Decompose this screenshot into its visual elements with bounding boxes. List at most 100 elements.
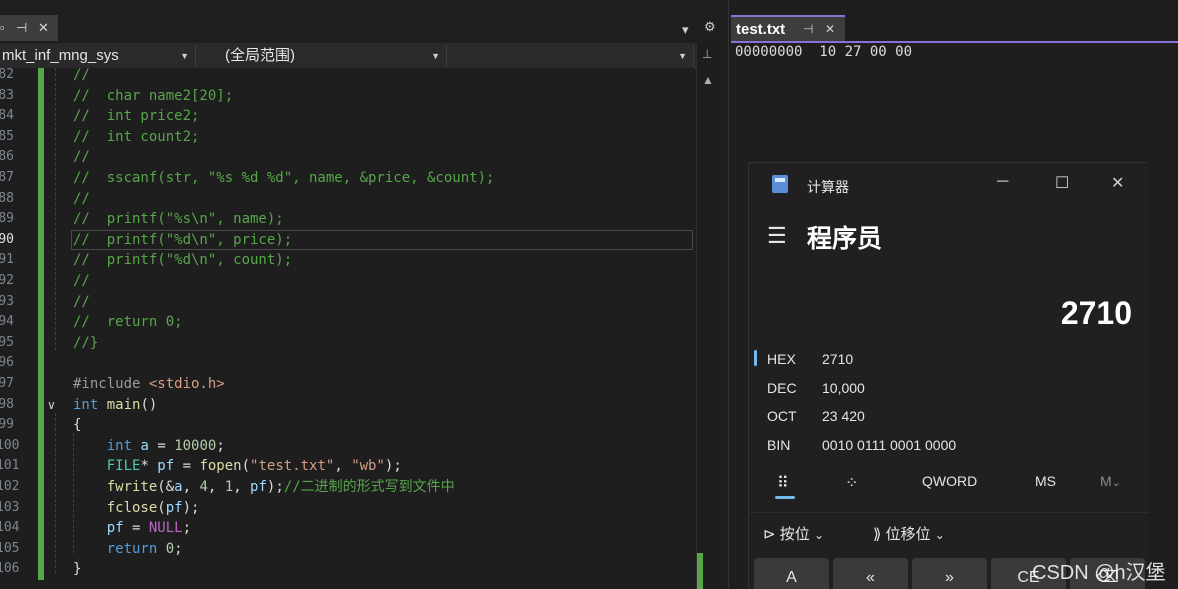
member-scope-dropdown[interactable]: ▼ (450, 45, 694, 67)
code-line[interactable]: 90 // printf("%d\n", price); (0, 230, 694, 251)
radix-value: 10,000 (822, 380, 865, 396)
code-line[interactable]: 103 fclose(pf); (0, 498, 694, 519)
code-token: // printf("%d\n", count); (73, 252, 293, 269)
word-size-button[interactable]: QWORD (922, 473, 977, 489)
line-number: 102 (0, 479, 20, 494)
editor-tab-bar: ▫ ⊣ ✕ ▾ ⚙ (0, 0, 722, 42)
line-number: 83 (0, 87, 14, 103)
code-line[interactable]: 97 #include <stdio.h> (0, 374, 694, 395)
code-line[interactable]: 88 // (0, 189, 694, 210)
key-shift-right[interactable]: » (912, 558, 987, 589)
pin-icon[interactable]: ⊣ (16, 20, 27, 36)
code-line[interactable]: 84 // int price2; (0, 106, 694, 127)
pin-icon[interactable]: ⊣ (803, 22, 813, 36)
code-token: ( (241, 458, 251, 475)
code-token: #include (73, 376, 149, 392)
tab-list-dropdown-icon[interactable]: ▾ (682, 22, 689, 38)
code-line[interactable]: 99 { (0, 415, 694, 436)
editor-tab-active[interactable]: ▫ ⊣ ✕ (0, 15, 58, 41)
code-text: pf = NULL; (73, 518, 191, 539)
code-line[interactable]: 86 // (0, 147, 694, 168)
vertical-scrollbar[interactable]: ⊥ ▲ (696, 43, 722, 589)
code-token: 0 (165, 540, 175, 557)
global-scope-dropdown[interactable]: (全局范围) ▼ (199, 45, 447, 67)
close-icon[interactable]: ✕ (825, 22, 835, 36)
gear-icon[interactable]: ⚙ (704, 19, 716, 35)
close-icon[interactable]: ✕ (1111, 173, 1124, 193)
full-keypad-icon[interactable]: ⠿ (777, 473, 789, 493)
hex-tab[interactable]: test.txt ⊣ ✕ (731, 15, 845, 42)
key-shift-left[interactable]: « (833, 558, 908, 589)
code-token: int (106, 437, 133, 454)
code-line[interactable]: 89 // printf("%s\n", name); (0, 209, 694, 230)
memory-more-button[interactable]: M⌄ (1100, 473, 1121, 489)
bit-toggle-keypad-icon[interactable]: ⁘ (845, 473, 858, 493)
code-line[interactable]: 85 // int count2; (0, 127, 694, 148)
radix-row-hex[interactable]: HEX 2710 (749, 345, 1149, 373)
chevron-down-icon: ▼ (678, 51, 687, 61)
code-line[interactable]: 82 // (0, 68, 694, 86)
hex-bytes: 10 27 00 00 (819, 44, 913, 60)
code-line[interactable]: 94 // return 0; (0, 312, 694, 333)
code-line[interactable]: 101 FILE* pf = fopen("test.txt", "wb"); (0, 456, 694, 477)
close-icon[interactable]: ✕ (38, 20, 49, 36)
code-token: // sscanf(str, "%s %d %d", name, &price,… (73, 170, 495, 186)
code-text: { (73, 415, 81, 436)
key-a[interactable]: A (754, 558, 829, 589)
radix-row-dec[interactable]: DEC 10,000 (749, 374, 1149, 402)
navigation-bar: mkt_inf_mng_sys ▼ (全局范围) ▼ ▼ (0, 43, 722, 69)
memory-store-button[interactable]: MS (1035, 473, 1056, 489)
code-token: ( (157, 499, 166, 516)
code-text: //} (73, 333, 98, 354)
code-line[interactable]: 102 fwrite(&a, 4, 1, pf);//二进制的形式写到文件中 (0, 477, 694, 498)
code-text: // int count2; (73, 127, 199, 148)
code-line[interactable]: 91 // printf("%d\n", count); (0, 250, 694, 271)
project-scope-dropdown[interactable]: mkt_inf_mng_sys ▼ (0, 45, 196, 67)
code-token: "test.txt" (250, 458, 335, 475)
line-number: 90 (0, 231, 14, 247)
hex-row[interactable]: 00000000 10 27 00 00 (735, 44, 912, 60)
code-text: // (73, 147, 90, 168)
scroll-up-icon[interactable]: ▲ (702, 73, 714, 87)
code-line[interactable]: 96 (0, 353, 694, 374)
code-line[interactable]: 95 //} (0, 333, 694, 354)
code-line[interactable]: 92 // (0, 271, 694, 292)
code-token: // int count2; (73, 128, 200, 145)
line-number: 96 (0, 355, 14, 371)
code-token: FILE (106, 458, 141, 475)
code-token: // (73, 293, 90, 310)
line-number: 95 (0, 334, 14, 350)
line-number: 97 (0, 376, 14, 391)
code-token: = (148, 437, 175, 454)
maximize-icon[interactable]: ☐ (1055, 173, 1069, 193)
code-line[interactable]: 93 // (0, 292, 694, 313)
code-line[interactable]: 83 // char name2[20]; (0, 86, 694, 107)
hamburger-menu-icon[interactable]: ☰ (767, 223, 787, 249)
radix-row-oct[interactable]: OCT 23 420 (749, 402, 1149, 430)
code-line[interactable]: 104 pf = NULL; (0, 518, 694, 539)
code-text: int a = 10000; (73, 436, 225, 457)
code-line[interactable]: 105 return 0; (0, 539, 694, 560)
radix-label: BIN (767, 437, 791, 453)
code-line[interactable]: 87 // sscanf(str, "%s %d %d", name, &pric… (0, 168, 694, 189)
code-token: pf (165, 499, 183, 516)
radix-row-bin[interactable]: BIN 0010 0111 0001 0000 (749, 431, 1149, 459)
split-icon[interactable]: ⊥ (702, 47, 712, 61)
bitwise-menu[interactable]: ⊳ 按位 ⌄ (763, 523, 824, 544)
minimize-icon[interactable]: ─ (997, 173, 1008, 191)
code-token: ; (174, 540, 183, 557)
code-token: pf (250, 479, 267, 495)
code-text: // printf("%s\n", name); (73, 209, 284, 230)
code-line[interactable]: 98 int main() (0, 395, 694, 416)
bitshift-menu[interactable]: ⟫ 位移位 ⌄ (873, 523, 945, 544)
chevron-down-icon: ⌄ (934, 528, 945, 542)
code-text: } (73, 559, 81, 580)
code-token: ; (182, 520, 192, 537)
code-line[interactable]: 100 int a = 10000; (0, 436, 694, 457)
code-area[interactable]: ∨ 82//83// char name2[20]; 84// int price… (0, 68, 694, 589)
code-line[interactable]: 106} (0, 559, 694, 580)
